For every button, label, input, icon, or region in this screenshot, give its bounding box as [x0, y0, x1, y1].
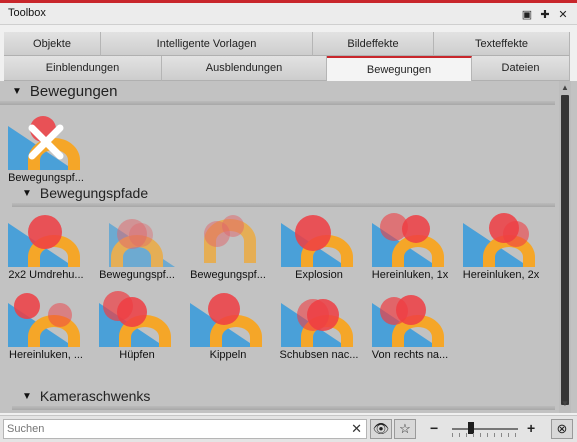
- section-title: Kameraschwenks: [39, 388, 151, 404]
- effect-label: Hereinluken, ...: [9, 349, 83, 361]
- section-separator: [12, 406, 555, 410]
- motion-path-thumbnail: [372, 291, 448, 347]
- motion-path-thumbnail: [8, 211, 84, 267]
- pin-icon[interactable]: ✚: [537, 6, 553, 22]
- tab-row-1: Objekte Intelligente Vorlagen Bildeffekt…: [0, 32, 577, 56]
- tab-dateien[interactable]: Dateien: [472, 56, 570, 81]
- motion-path-thumbnail: [8, 291, 84, 347]
- zoom-slider-ticks: [452, 433, 518, 437]
- effect-label: Hereinluken, 1x: [371, 269, 449, 281]
- tab-row-2: Einblendungen Ausblendungen Bewegungen D…: [0, 56, 577, 81]
- motion-path-thumbnail: [99, 291, 175, 347]
- motion-path-thumbnail: [190, 211, 266, 267]
- star-icon[interactable]: ☆: [394, 419, 416, 439]
- tab-objekte[interactable]: Objekte: [4, 32, 101, 56]
- eye-icon[interactable]: 👁: [370, 419, 392, 439]
- motion-path-thumbnail: [281, 211, 357, 267]
- effect-tile[interactable]: Hereinluken, 2x: [457, 211, 545, 285]
- section-title: Bewegungspfade: [39, 185, 149, 201]
- window-controls: ▣ ✚ ✕: [519, 6, 571, 22]
- collapse-triangle-icon[interactable]: ▼: [22, 188, 32, 199]
- section-title: Bewegungen: [29, 83, 118, 100]
- search-input[interactable]: [4, 420, 334, 438]
- collapse-triangle-icon[interactable]: ▼: [12, 86, 22, 97]
- effect-label: Bewegungspf...: [99, 269, 175, 281]
- close-icon[interactable]: ✕: [555, 6, 571, 22]
- effect-label: Hüpfen: [119, 349, 155, 361]
- zoom-plus-icon[interactable]: +: [527, 420, 535, 436]
- effect-tile[interactable]: Von rechts na...: [366, 291, 454, 365]
- effect-label: Schubsen nac...: [279, 349, 359, 361]
- effect-tile[interactable]: Schubsen nac...: [275, 291, 363, 365]
- effect-label: Explosion: [295, 269, 343, 281]
- search-box: ✕: [3, 419, 367, 439]
- zoom-reset-icon[interactable]: ⊗: [551, 419, 573, 439]
- effect-tile[interactable]: Hereinluken, 1x: [366, 211, 454, 285]
- effect-tile[interactable]: Kippeln: [184, 291, 272, 365]
- tab-intelligente-vorlagen[interactable]: Intelligente Vorlagen: [101, 32, 313, 56]
- tab-texteffekte[interactable]: Texteffekte: [434, 32, 570, 56]
- title-bar: Toolbox ▣ ✚ ✕: [0, 3, 577, 25]
- effect-label: Hereinluken, 2x: [462, 269, 540, 281]
- scrollbar-thumb[interactable]: [561, 95, 569, 405]
- motion-path-thumbnail: [463, 211, 539, 267]
- motion-path-thumbnail: [190, 291, 266, 347]
- tab-einblendungen[interactable]: Einblendungen: [4, 56, 162, 81]
- section-kameraschwenks[interactable]: ▼ Kameraschwenks: [22, 388, 150, 404]
- section-separator: [0, 101, 555, 105]
- toolbox-content: ▼ Bewegungen Bewegungspf... ▼ Bewegungsp…: [0, 81, 577, 413]
- scroll-down-icon[interactable]: ▼: [559, 399, 571, 411]
- collapse-triangle-icon[interactable]: ▼: [22, 391, 32, 402]
- tab-bewegungen[interactable]: Bewegungen: [327, 56, 472, 81]
- motion-path-thumbnail: [99, 211, 175, 267]
- tab-ausblendungen[interactable]: Ausblendungen: [162, 56, 327, 81]
- vertical-scrollbar[interactable]: ▲ ▼: [559, 81, 571, 413]
- effect-tile[interactable]: Hereinluken, ...: [2, 291, 90, 365]
- effect-label: Von rechts na...: [371, 349, 449, 361]
- effect-label: 2x2 Umdrehu...: [8, 269, 84, 281]
- section-separator: [12, 203, 555, 207]
- effect-tile[interactable]: Hüpfen: [93, 291, 181, 365]
- effect-label: Bewegungspf...: [8, 172, 84, 184]
- clear-search-icon[interactable]: ✕: [351, 421, 362, 437]
- effect-tile[interactable]: Bewegungspf...: [2, 114, 90, 188]
- section-bewegungspfade[interactable]: ▼ Bewegungspfade: [22, 185, 148, 201]
- motion-path-thumbnail: [281, 291, 357, 347]
- tab-bildeffekte[interactable]: Bildeffekte: [313, 32, 434, 56]
- restore-icon[interactable]: ▣: [519, 6, 535, 22]
- motion-path-thumbnail: [372, 211, 448, 267]
- zoom-slider[interactable]: [452, 422, 518, 434]
- search-bar: ✕ 👁 ☆ − + ⊗: [0, 415, 577, 442]
- effect-tile[interactable]: Explosion: [275, 211, 363, 285]
- effect-label: Bewegungspf...: [190, 269, 266, 281]
- zoom-minus-icon[interactable]: −: [430, 420, 438, 436]
- effect-label: Kippeln: [209, 349, 247, 361]
- effect-tile[interactable]: 2x2 Umdrehu...: [2, 211, 90, 285]
- section-bewegungen[interactable]: ▼ Bewegungen: [12, 83, 117, 100]
- effect-tile[interactable]: Bewegungspf...: [93, 211, 181, 285]
- effect-tile[interactable]: Bewegungspf...: [184, 211, 272, 285]
- window-title: Toolbox: [8, 7, 46, 19]
- motion-remove-icon: [8, 114, 84, 170]
- scroll-up-icon[interactable]: ▲: [559, 83, 571, 95]
